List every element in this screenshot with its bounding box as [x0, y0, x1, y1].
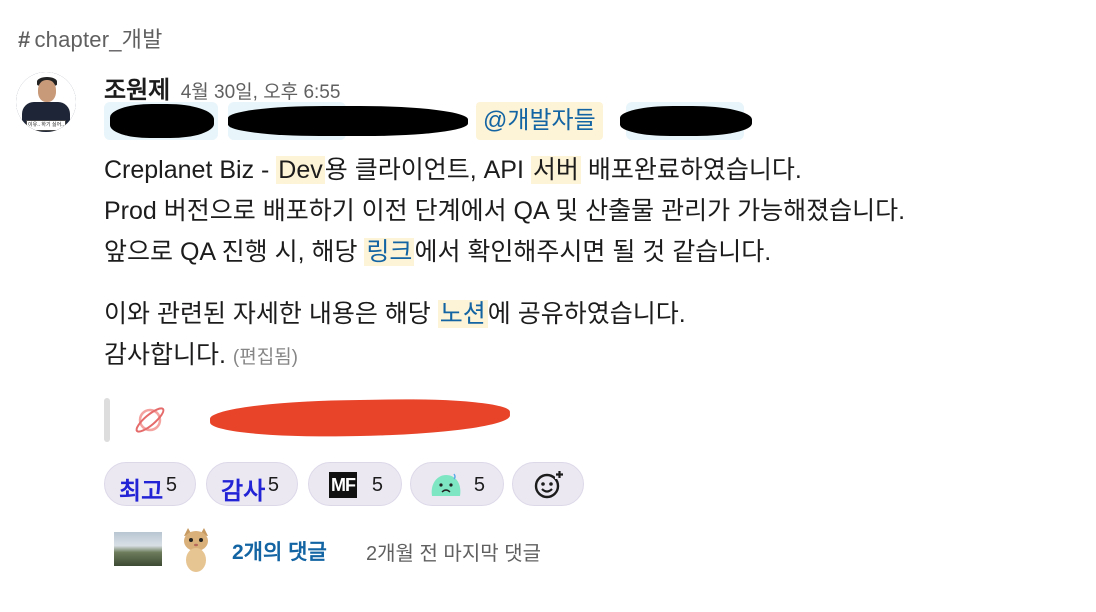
add-reaction-icon	[534, 470, 564, 499]
redaction-scribble	[620, 106, 752, 136]
reaction-best[interactable]: 최고 5	[104, 462, 196, 506]
channel-title[interactable]: # chapter_개발	[18, 22, 163, 54]
reaction-blob[interactable]: 5	[410, 462, 504, 506]
highlight-dev: Dev	[276, 156, 325, 184]
message-line: 감사합니다. (편집됨)	[104, 341, 299, 369]
redaction-scribble	[209, 397, 511, 439]
last-reply-time: 2개월 전 마지막 댓글	[366, 543, 541, 565]
notion-link[interactable]: 노션	[437, 300, 488, 328]
mentions-row: @개발자들	[104, 100, 784, 144]
message-line: 이와 관련된 자세한 내용은 해당 노션에 공유하였습니다.	[104, 300, 686, 328]
message-line: Prod 버전으로 배포하기 이전 단계에서 QA 및 산출물 관리가 가능해졌…	[104, 197, 906, 225]
reply-avatar	[114, 532, 162, 566]
mention-developers[interactable]: @개발자들	[476, 102, 603, 140]
avatar[interactable]: 이유.. 하기 싫어..	[16, 72, 76, 132]
crying-blob-icon	[431, 473, 461, 496]
qa-link[interactable]: 링크	[364, 238, 415, 266]
link-preview[interactable]	[104, 397, 704, 442]
message-line: Creplanet Biz - Dev용 클라이언트, API 서버 배포완료하…	[104, 156, 802, 184]
planet-logo-icon	[135, 407, 165, 433]
cat-avatar-icon	[184, 528, 208, 572]
message-body: Creplanet Biz - Dev용 클라이언트, API 서버 배포완료하…	[104, 150, 1084, 378]
avatar-caption: 이유.. 하기 싫어..	[26, 120, 66, 131]
reply-count-link[interactable]: 2개의 댓글	[232, 536, 327, 566]
add-reaction-button[interactable]	[512, 462, 584, 506]
edited-label: (편집됨)	[232, 347, 299, 368]
thread-summary[interactable]: 2개의 댓글 2개월 전 마지막 댓글	[114, 526, 714, 574]
redaction-scribble	[110, 104, 214, 138]
channel-name: chapter_개발	[34, 27, 163, 52]
highlight-server: 서버	[530, 156, 581, 184]
hash-icon: #	[18, 27, 31, 52]
reaction-thanks[interactable]: 감사 5	[206, 462, 298, 506]
preview-bar	[104, 398, 110, 442]
mf-emoji-icon: MF	[329, 472, 357, 498]
message-line: 앞으로 QA 진행 시, 해당 링크에서 확인해주시면 될 것 같습니다.	[104, 238, 772, 266]
reaction-mf[interactable]: MF 5	[308, 462, 402, 506]
redaction-scribble	[228, 106, 468, 136]
